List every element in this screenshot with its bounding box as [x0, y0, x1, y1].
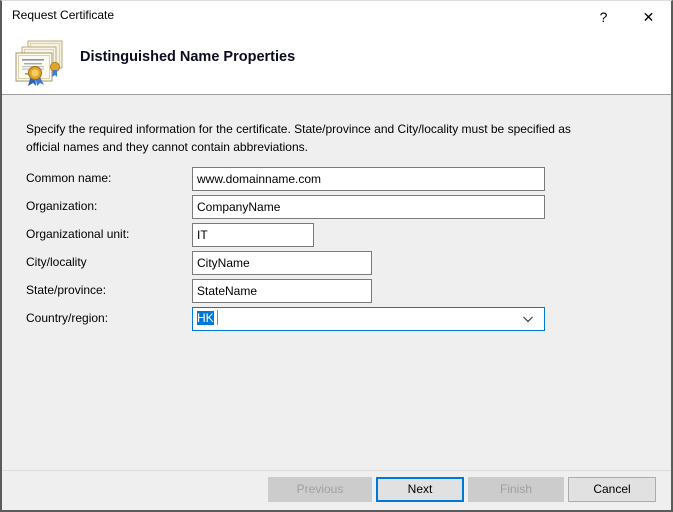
question-mark-icon: ?: [599, 8, 608, 25]
form-row-common-name: Common name:: [2, 167, 671, 193]
chevron-down-icon[interactable]: [521, 312, 535, 326]
organizational-unit-input[interactable]: [192, 223, 314, 247]
cancel-button[interactable]: Cancel: [568, 477, 656, 502]
previous-button[interactable]: Previous: [268, 477, 372, 502]
city-locality-input[interactable]: [192, 251, 372, 275]
finish-button[interactable]: Finish: [468, 477, 564, 502]
form-row-country-region: Country/region: HK: [2, 307, 671, 333]
dialog-footer: Previous Next Finish Cancel: [2, 471, 671, 510]
label-country-region: Country/region:: [26, 311, 109, 325]
text-caret: [217, 310, 218, 325]
country-region-selected-value: HK: [197, 311, 214, 325]
page-title: Distinguished Name Properties: [80, 49, 296, 65]
close-button[interactable]: ✕: [626, 1, 671, 32]
form-row-organization: Organization:: [2, 195, 671, 221]
label-organization: Organization:: [26, 199, 98, 213]
dialog-body: Specify the required information for the…: [2, 95, 671, 470]
organization-input[interactable]: [192, 195, 545, 219]
form-row-state-province: State/province:: [2, 279, 671, 305]
window-title: Request Certificate: [12, 8, 115, 22]
label-city-locality: City/locality: [26, 255, 87, 269]
instructions-text: Specify the required information for the…: [26, 122, 571, 154]
title-bar: Request Certificate ? ✕: [2, 1, 671, 32]
common-name-input[interactable]: [192, 167, 545, 191]
label-common-name: Common name:: [26, 171, 112, 185]
form-row-organizational-unit: Organizational unit:: [2, 223, 671, 249]
form-row-city-locality: City/locality: [2, 251, 671, 277]
dialog-header: Distinguished Name Properties: [2, 32, 671, 94]
label-organizational-unit: Organizational unit:: [26, 227, 130, 241]
help-button[interactable]: ?: [581, 1, 626, 32]
next-button[interactable]: Next: [376, 477, 464, 502]
country-region-combobox[interactable]: HK: [192, 307, 545, 331]
certificate-stack-icon: [11, 38, 69, 88]
request-certificate-dialog: Request Certificate ? ✕ Distinguished Na…: [0, 0, 673, 512]
state-province-input[interactable]: [192, 279, 372, 303]
label-state-province: State/province:: [26, 283, 107, 297]
close-icon: ✕: [642, 8, 655, 25]
